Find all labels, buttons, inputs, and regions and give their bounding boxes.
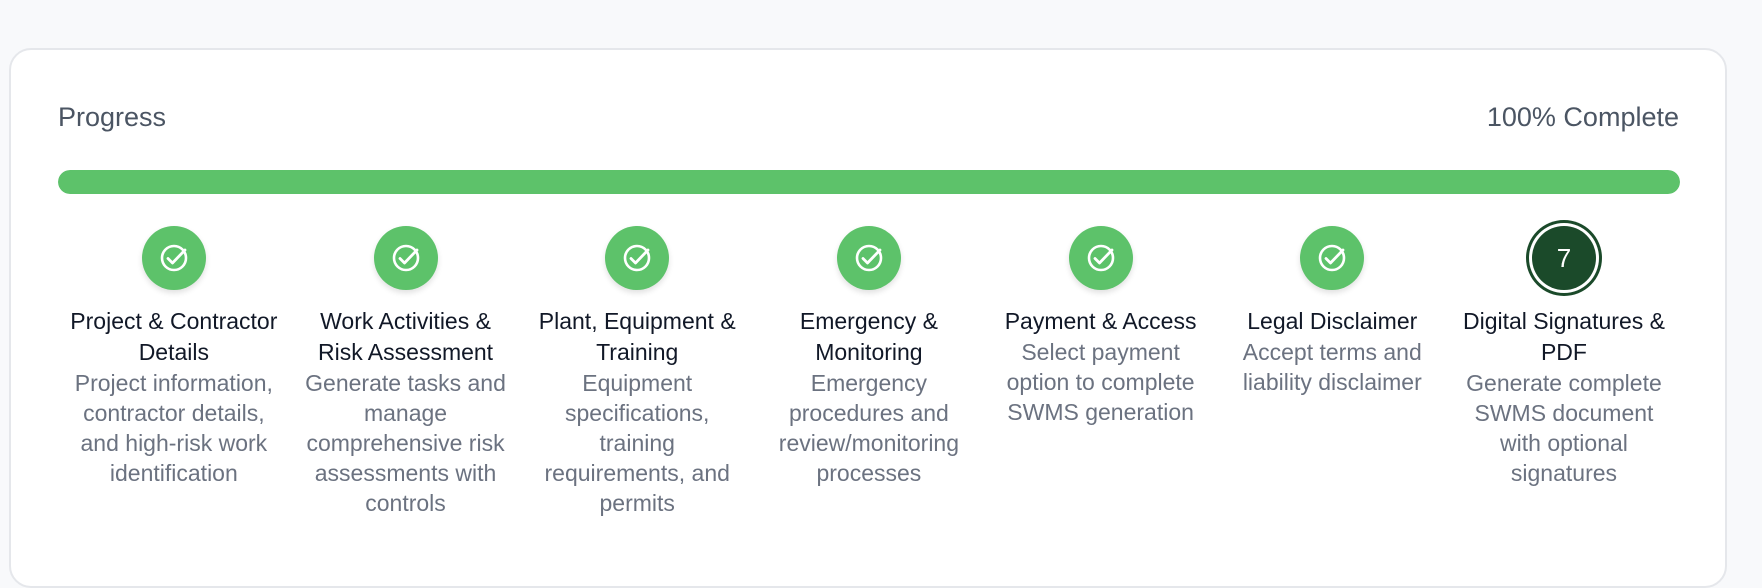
step-7[interactable]: 7 Digital Signatures & PDF Generate comp…: [1448, 226, 1680, 518]
step-title: Work Activities & Risk Assessment: [317, 308, 494, 365]
check-circle-icon: [373, 226, 438, 290]
step-4[interactable]: Emergency & Monitoring Emergency procedu…: [753, 226, 985, 518]
step-list: Project & Contractor Details Project inf…: [58, 226, 1680, 518]
check-circle-icon: [836, 226, 901, 290]
step-description: Emergency procedures and review/monitori…: [778, 370, 960, 486]
step-3[interactable]: Plant, Equipment & Training Equipment sp…: [521, 226, 753, 518]
check-circle-icon: [1068, 226, 1133, 290]
progress-title: Progress: [58, 102, 167, 132]
check-circle-icon: [141, 226, 206, 290]
step-description: Project information, contractor details,…: [74, 370, 273, 486]
step-number-badge: 7: [1531, 226, 1596, 290]
progress-bar: [58, 170, 1680, 194]
step-6[interactable]: Legal Disclaimer Accept terms and liabil…: [1216, 226, 1448, 518]
step-title: Legal Disclaimer: [1247, 308, 1418, 334]
step-2[interactable]: Work Activities & Risk Assessment Genera…: [290, 226, 522, 518]
step-description: Select payment option to complete SWMS g…: [1006, 339, 1195, 425]
step-title: Emergency & Monitoring: [799, 308, 938, 365]
step-5[interactable]: Payment & Access Select payment option t…: [985, 226, 1217, 518]
step-description: Equipment specifications, training requi…: [544, 370, 730, 516]
step-title: Project & Contractor Details: [70, 308, 278, 365]
step-1[interactable]: Project & Contractor Details Project inf…: [58, 226, 290, 518]
step-title: Plant, Equipment & Training: [538, 308, 736, 365]
step-description: Generate complete SWMS document with opt…: [1466, 370, 1662, 486]
progress-percent-label: 100% Complete: [1486, 102, 1679, 132]
step-title: Payment & Access: [1004, 308, 1197, 334]
step-description: Generate tasks and manage comprehensive …: [305, 370, 506, 516]
step-description: Accept terms and liability disclaimer: [1242, 339, 1422, 395]
step-title: Digital Signatures & PDF: [1462, 308, 1665, 365]
check-circle-icon: [605, 226, 670, 290]
progress-bar-fill: [58, 170, 1680, 194]
check-circle-icon: [1300, 226, 1365, 290]
